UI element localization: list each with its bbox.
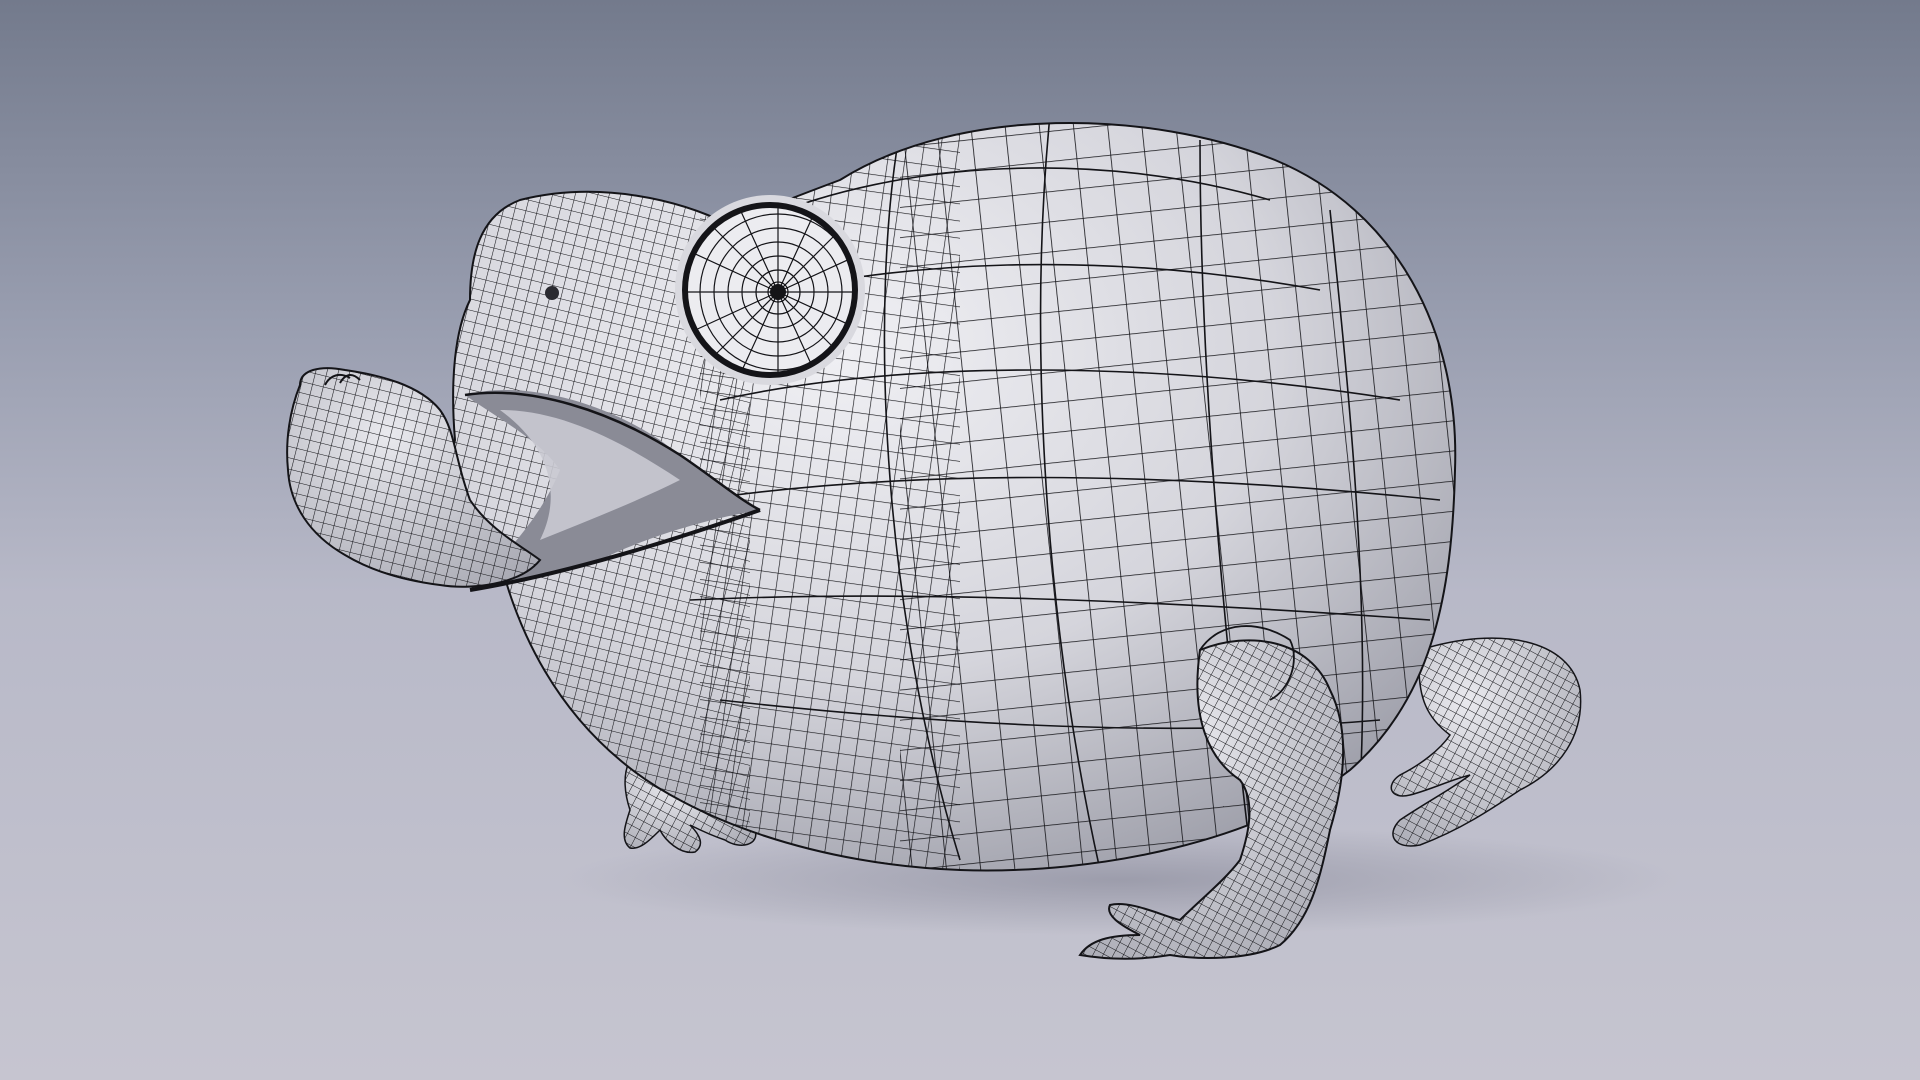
- frog-nostril: [545, 286, 559, 300]
- render-viewport: [0, 0, 1920, 1080]
